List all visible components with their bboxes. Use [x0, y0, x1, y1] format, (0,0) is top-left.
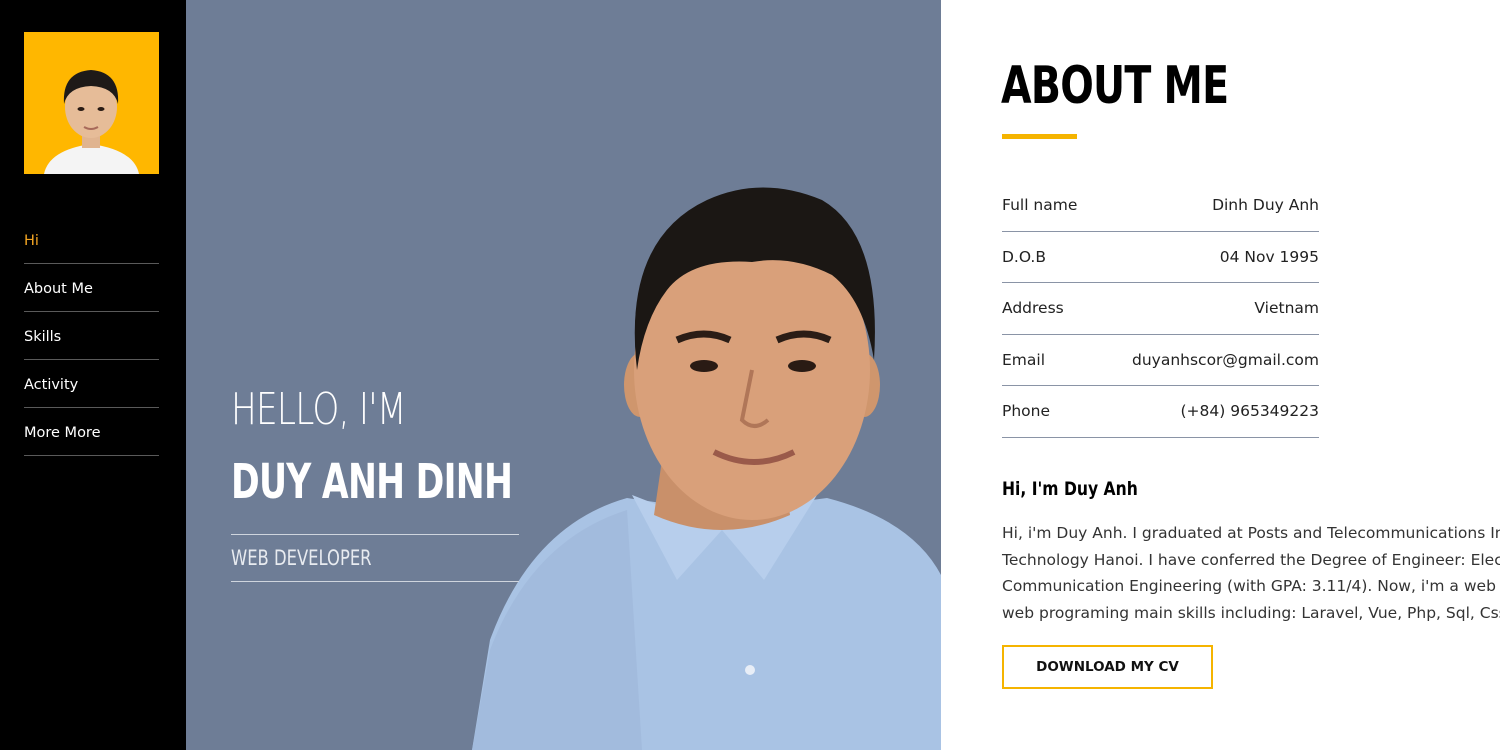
sidebar-item-activity[interactable]: Activity [24, 360, 159, 408]
hero-role: WEB DEVELOPER [231, 546, 372, 570]
info-table: Full name Dinh Duy Anh D.O.B 04 Nov 1995… [1002, 180, 1319, 438]
info-value: Dinh Duy Anh [1212, 196, 1319, 215]
title-underline [1002, 134, 1077, 139]
info-row-full-name: Full name Dinh Duy Anh [1002, 180, 1319, 232]
intro-heading: Hi, I'm Duy Anh [1002, 478, 1138, 500]
portrait-photo [472, 187, 941, 750]
about-title: ABOUT ME [1001, 56, 1229, 116]
intro-paragraph: Hi, i'm Duy Anh. I graduated at Posts an… [1002, 520, 1500, 627]
hero-intro: HELLO, I'M DUY ANH DINH WEB DEVELOPER [231, 388, 519, 582]
sidebar-item-hi[interactable]: Hi [24, 216, 159, 264]
intro-line: Hi, i'm Duy Anh. I graduated at Posts an… [1002, 524, 1500, 542]
info-row-email: Email duyanhscor@gmail.com [1002, 335, 1319, 386]
info-label: D.O.B [1002, 247, 1046, 266]
sidebar-item-about-me[interactable]: About Me [24, 264, 159, 312]
info-row-phone: Phone (+84) 965349223 [1002, 386, 1319, 438]
hero-role-block: WEB DEVELOPER [231, 534, 519, 582]
info-row-address: Address Vietnam [1002, 283, 1319, 335]
intro-line: Communication Engineering (with GPA: 3.1… [1002, 577, 1500, 596]
info-label: Address [1002, 299, 1064, 318]
hero-greeting: HELLO, I'M [231, 384, 407, 435]
info-value: Vietnam [1254, 299, 1319, 318]
info-value: (+84) 965349223 [1180, 402, 1320, 421]
sidebar-item-skills[interactable]: Skills [24, 312, 159, 360]
download-cv-button[interactable]: DOWNLOAD MY CV [1002, 645, 1213, 689]
intro-line: web programing main skills including: La… [1002, 604, 1500, 623]
info-value: duyanhscor@gmail.com [1131, 350, 1319, 369]
hero-section: HELLO, I'M DUY ANH DINH WEB DEVELOPER [186, 0, 941, 750]
hero-name: DUY ANH DINH [231, 454, 513, 510]
info-label: Full name [1002, 196, 1078, 215]
sidebar-item-more-more[interactable]: More More [24, 408, 159, 456]
intro-line: Technology Hanoi. I have conferred the D… [1002, 550, 1500, 569]
info-row-dob: D.O.B 04 Nov 1995 [1002, 232, 1319, 283]
info-label: Email [1002, 350, 1046, 369]
info-label: Phone [1002, 402, 1051, 421]
avatar [24, 32, 159, 174]
sidebar-nav: Hi About Me Skills Activity More More [24, 216, 159, 456]
info-value: 04 Nov 1995 [1219, 247, 1319, 266]
about-section: ABOUT ME Full name Dinh Duy Anh D.O.B 04… [941, 0, 1500, 750]
sidebar: Hi About Me Skills Activity More More [0, 0, 186, 750]
